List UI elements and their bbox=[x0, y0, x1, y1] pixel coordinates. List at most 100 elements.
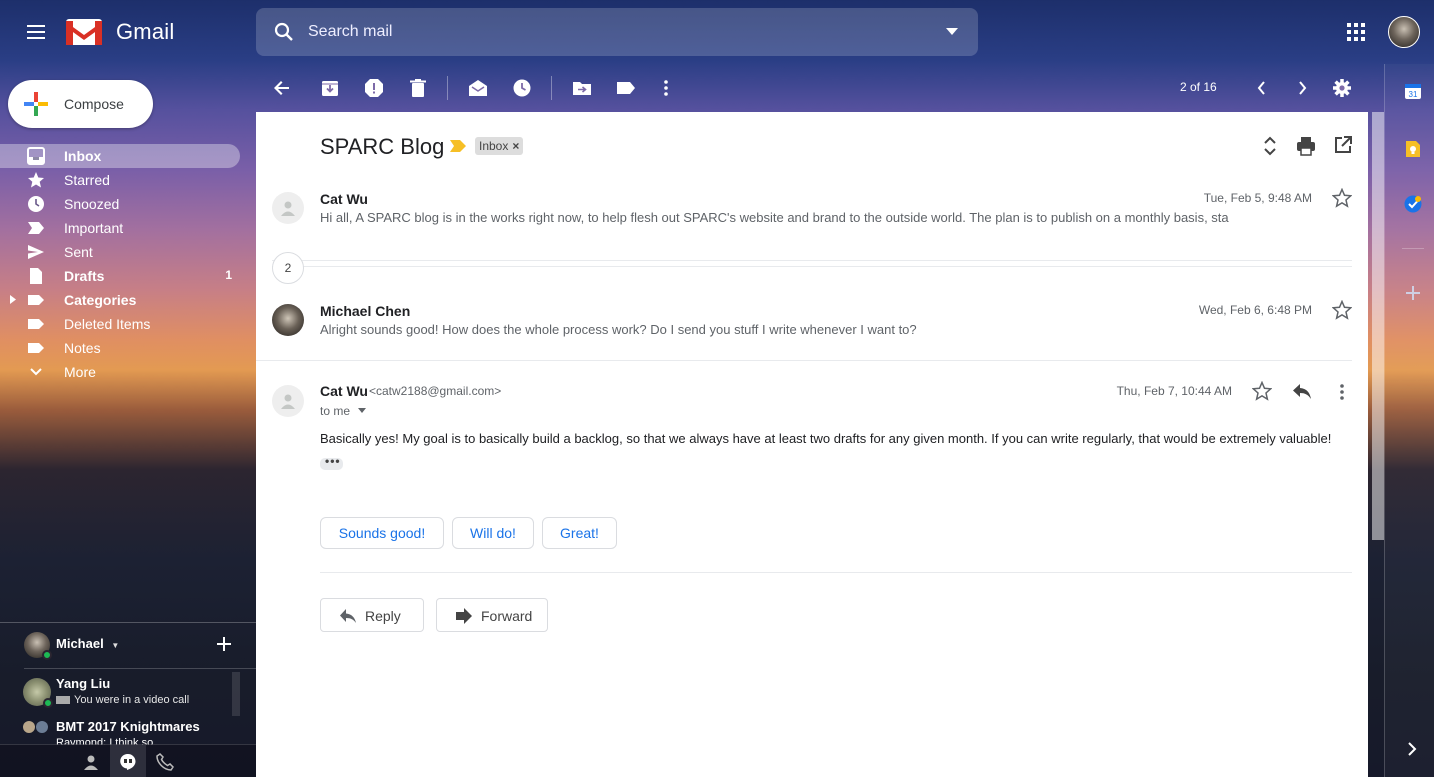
show-trimmed-content-button[interactable]: ••• bbox=[320, 454, 343, 470]
ellipsis-icon: ••• bbox=[325, 454, 341, 468]
sidebar-item-starred[interactable]: Starred bbox=[0, 168, 240, 192]
app-name: Gmail bbox=[116, 19, 175, 44]
sender-avatar[interactable] bbox=[272, 304, 304, 336]
hangouts-scrollbar[interactable] bbox=[232, 672, 240, 716]
sidebar-item-inbox[interactable]: Inbox bbox=[0, 144, 240, 168]
account-avatar[interactable] bbox=[1388, 16, 1420, 48]
hangouts-chat-tab[interactable] bbox=[110, 745, 146, 777]
get-addons-plus-icon[interactable] bbox=[1405, 285, 1421, 301]
person-placeholder-icon bbox=[281, 201, 295, 216]
contact-name[interactable]: Yang Liu bbox=[56, 676, 110, 691]
sidebar-item-notes[interactable]: Notes bbox=[0, 336, 240, 360]
sidebar-item-more[interactable]: More bbox=[0, 360, 240, 384]
group-avatar-icon bbox=[23, 721, 48, 733]
newer-chevron-icon[interactable] bbox=[1252, 78, 1272, 98]
label-icon bbox=[28, 295, 44, 305]
new-conversation-button[interactable] bbox=[216, 636, 232, 652]
smart-reply-button[interactable]: Sounds good! bbox=[320, 517, 444, 549]
sidebar-item-drafts[interactable]: Drafts 1 bbox=[0, 264, 240, 288]
star-toggle-icon[interactable] bbox=[1332, 300, 1352, 320]
collapsed-divider bbox=[272, 266, 1352, 267]
archive-icon[interactable] bbox=[320, 78, 340, 98]
show-details-icon[interactable] bbox=[358, 408, 366, 413]
sender-avatar[interactable] bbox=[272, 192, 304, 224]
star-toggle-icon[interactable] bbox=[1332, 188, 1352, 208]
open-in-new-window-icon[interactable] bbox=[1334, 136, 1352, 154]
calendar-icon[interactable]: 31 bbox=[1404, 82, 1422, 100]
toolbar-separator bbox=[447, 76, 448, 100]
search-bar[interactable] bbox=[256, 8, 978, 56]
conversation-scrollbar[interactable] bbox=[1372, 112, 1384, 540]
contacts-tab[interactable] bbox=[73, 745, 109, 777]
label-as-icon[interactable] bbox=[616, 78, 636, 98]
google-apps-button[interactable] bbox=[1346, 22, 1366, 42]
message-body: Basically yes! My goal is to basically b… bbox=[320, 431, 1332, 446]
sender-name: Cat Wu bbox=[320, 191, 368, 207]
reply-icon[interactable] bbox=[1292, 382, 1312, 400]
star-toggle-icon[interactable] bbox=[1252, 381, 1272, 401]
star-icon bbox=[28, 172, 44, 188]
mark-unread-icon[interactable] bbox=[468, 78, 488, 98]
smart-reply-button[interactable]: Will do! bbox=[452, 517, 534, 549]
smart-reply-button[interactable]: Great! bbox=[542, 517, 617, 549]
sidebar-item-label: More bbox=[64, 364, 96, 380]
snooze-clock-icon[interactable] bbox=[512, 78, 532, 98]
sidebar-item-deleted-items[interactable]: Deleted Items bbox=[0, 312, 240, 336]
tasks-icon[interactable] bbox=[1404, 195, 1422, 213]
older-chevron-icon[interactable] bbox=[1292, 78, 1312, 98]
message-snippet[interactable]: Hi all, A SPARC blog is in the works rig… bbox=[320, 210, 1280, 225]
print-icon[interactable] bbox=[1296, 136, 1316, 156]
chevron-down-icon: ▼ bbox=[111, 641, 120, 650]
forward-icon bbox=[456, 608, 472, 624]
drafts-count: 1 bbox=[225, 268, 232, 282]
inbox-icon bbox=[27, 147, 45, 165]
toolbar-separator bbox=[551, 76, 552, 100]
report-spam-icon[interactable] bbox=[364, 78, 384, 98]
expand-arrow-icon[interactable] bbox=[10, 295, 16, 304]
remove-label-icon[interactable]: × bbox=[512, 139, 519, 153]
hangouts-tabs bbox=[0, 744, 256, 777]
label-icon bbox=[28, 343, 44, 353]
search-options-icon[interactable] bbox=[946, 28, 958, 35]
compose-button[interactable]: Compose bbox=[8, 80, 153, 128]
expand-all-icon[interactable] bbox=[1262, 136, 1278, 156]
forward-button[interactable]: Forward bbox=[436, 598, 548, 632]
sidebar-item-important[interactable]: Important bbox=[0, 216, 240, 240]
side-panel bbox=[1384, 64, 1434, 777]
message-snippet[interactable]: Alright sounds good! How does the whole … bbox=[320, 322, 1280, 337]
contact-name[interactable]: BMT 2017 Knightmares bbox=[56, 719, 200, 734]
hangouts-separator bbox=[24, 668, 256, 669]
delete-icon[interactable] bbox=[408, 78, 428, 98]
hangouts-status-menu[interactable]: Michael ▼ bbox=[56, 636, 119, 651]
group-avatar[interactable] bbox=[22, 720, 52, 734]
more-vert-icon[interactable] bbox=[656, 78, 676, 98]
hamburger-icon bbox=[27, 25, 45, 39]
search-icon[interactable] bbox=[272, 20, 296, 44]
settings-gear-icon[interactable] bbox=[1332, 78, 1352, 98]
sidebar-item-snoozed[interactable]: Snoozed bbox=[0, 192, 240, 216]
move-to-icon[interactable] bbox=[572, 78, 592, 98]
keep-icon[interactable] bbox=[1405, 140, 1421, 158]
sidebar-item-sent[interactable]: Sent bbox=[0, 240, 240, 264]
search-input[interactable] bbox=[308, 16, 908, 48]
collapsed-messages-count[interactable]: 2 bbox=[272, 252, 304, 284]
recipient-details[interactable]: to me bbox=[320, 404, 350, 418]
gmail-logo[interactable] bbox=[65, 17, 103, 47]
label-icon bbox=[28, 319, 44, 329]
pagination-text: 2 of 16 bbox=[1180, 80, 1217, 94]
back-arrow-icon[interactable] bbox=[272, 78, 292, 98]
expand-side-panel-icon[interactable] bbox=[1405, 742, 1419, 756]
important-marker-icon[interactable] bbox=[450, 140, 466, 152]
message-date: Wed, Feb 6, 6:48 PM bbox=[1198, 303, 1312, 317]
sender-avatar[interactable] bbox=[272, 385, 304, 417]
reply-button[interactable]: Reply bbox=[320, 598, 424, 632]
phone-tab[interactable] bbox=[147, 745, 183, 777]
sender-name: Michael Chen bbox=[320, 303, 411, 319]
main-menu-button[interactable] bbox=[22, 20, 50, 44]
apps-grid-icon bbox=[1347, 23, 1365, 41]
send-icon bbox=[28, 245, 44, 259]
hangouts-icon bbox=[120, 753, 136, 770]
more-options-icon[interactable] bbox=[1332, 382, 1352, 402]
sidebar-item-categories[interactable]: Categories bbox=[0, 288, 240, 312]
contact-status: You were in a video call bbox=[56, 694, 189, 706]
